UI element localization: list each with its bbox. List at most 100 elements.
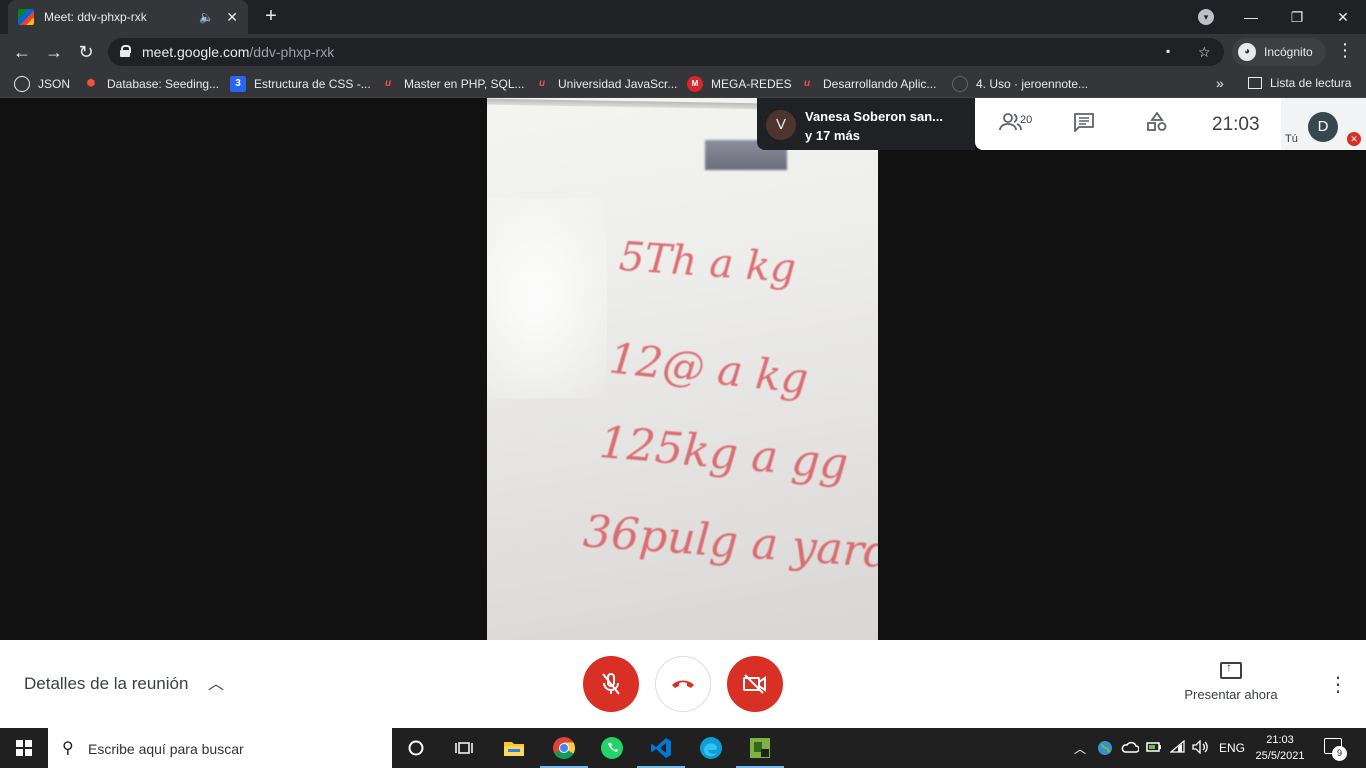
udemy-icon: u (538, 78, 546, 89)
mic-off-icon (602, 673, 620, 695)
whatsapp-icon[interactable] (588, 728, 636, 768)
notification-count-badge: 9 (1332, 746, 1347, 761)
browser-toolbar: ← → ↻ meet.google.com/ddv-phxp-rxk ▪ ☆ ◕… (0, 34, 1366, 70)
bookmark-star-icon[interactable]: ☆ (1198, 44, 1211, 61)
language-indicator[interactable]: ENG (1219, 741, 1245, 755)
json-icon (14, 76, 30, 92)
people-count: 20 (1020, 114, 1033, 126)
bookmark-item[interactable]: JSON (14, 76, 70, 92)
participant-more: y 17 más (805, 128, 860, 143)
whiteboard-text: 36pulg a yarda (581, 506, 878, 581)
whiteboard-text: 125kg a gg (597, 417, 851, 490)
task-view-icon[interactable] (440, 728, 488, 768)
taskbar-search-box[interactable]: ⚲ Escribe aquí para buscar (48, 728, 392, 768)
more-options-icon[interactable]: ⋮ (1328, 672, 1348, 697)
start-button[interactable] (0, 728, 48, 768)
activities-icon[interactable] (1146, 111, 1168, 138)
game-app-icon[interactable] (736, 728, 784, 768)
battery-icon[interactable] (1146, 740, 1162, 757)
camera-blocked-icon[interactable]: ▪ (1166, 44, 1170, 58)
tab-search-icon[interactable]: ▾ (1198, 9, 1214, 25)
tab-strip: Meet: ddv-phxp-rxk 🔈 ✕ + ▾ — ❐ ✕ (0, 0, 1366, 34)
whiteboard-text: 5Th a kg (617, 233, 798, 293)
participant-video[interactable]: 5Th a kg 12@ a kg 125kg a gg 36pulg a ya… (487, 98, 878, 640)
volume-icon[interactable] (1192, 739, 1210, 757)
incognito-label: Incógnito (1264, 45, 1313, 59)
present-screen-icon (1220, 660, 1242, 679)
close-window-button[interactable]: ✕ (1320, 0, 1366, 34)
search-icon: ⚲ (62, 740, 74, 757)
cortana-icon[interactable] (392, 728, 440, 768)
tab-title: Meet: ddv-phxp-rxk (44, 10, 147, 24)
reading-list-button[interactable]: Lista de lectura (1248, 76, 1351, 90)
present-now-button[interactable]: Presentar ahora (1178, 660, 1284, 702)
incognito-badge[interactable]: ◕ Incógnito (1232, 38, 1326, 66)
bookmark-item[interactable]: u Master en PHP, SQL... (380, 76, 525, 92)
show-hidden-icons-icon[interactable]: ︿ (1074, 740, 1086, 757)
browser-tab-meet[interactable]: Meet: ddv-phxp-rxk 🔈 ✕ (8, 0, 248, 34)
incognito-icon: ◕ (1238, 43, 1256, 61)
camera-off-icon (743, 674, 766, 694)
muted-mic-icon: ✕ (1347, 132, 1361, 146)
bookmarks-bar: JSON ⬢ Database: Seeding... 3 Estructura… (0, 70, 1366, 98)
self-label: Tú (1285, 133, 1298, 145)
udemy-icon: u (384, 78, 392, 89)
wifi-icon[interactable] (1169, 739, 1186, 757)
active-speaker-chip[interactable]: V Vanesa Soberon san... y 17 más (757, 98, 975, 150)
reading-list-icon (1248, 77, 1262, 89)
bookmark-item[interactable]: 4. Uso · jeroennote... (952, 76, 1088, 92)
meet-favicon-icon (18, 9, 34, 25)
bookmark-item[interactable]: u Desarrollando Aplic... (799, 76, 936, 92)
avatar: V (766, 110, 796, 140)
onedrive-icon[interactable] (1121, 740, 1140, 757)
light-glare (487, 198, 607, 398)
windows-logo-icon (16, 740, 32, 756)
laravel-icon: ⬢ (86, 78, 96, 89)
meet-top-bar: 20 21:03 Tú D ✕ (975, 98, 1366, 150)
edge-icon[interactable] (687, 728, 735, 768)
lock-icon[interactable] (120, 45, 131, 57)
chrome-taskbar-icon[interactable] (540, 728, 588, 768)
vscode-icon[interactable] (637, 728, 685, 768)
bookmark-item[interactable]: M MEGA-REDES (687, 76, 792, 92)
file-explorer-icon[interactable] (490, 728, 538, 768)
meeting-clock: 21:03 (1212, 114, 1260, 135)
mega-icon: M (687, 76, 703, 92)
chrome-menu-icon[interactable]: ⋮ (1336, 40, 1354, 61)
microphone-toggle-button[interactable] (583, 656, 639, 712)
minimize-button[interactable]: — (1228, 0, 1274, 34)
hang-up-icon (672, 680, 694, 688)
windows-taskbar: ⚲ Escribe aquí para buscar ︿ ENG 21:03 2… (0, 728, 1366, 768)
system-clock[interactable]: 21:03 25/5/2021 (1250, 732, 1310, 764)
css3-icon: 3 (230, 76, 246, 92)
url-text[interactable]: meet.google.com/ddv-phxp-rxk (142, 44, 334, 60)
self-avatar: D (1308, 112, 1338, 142)
reload-icon[interactable]: ↻ (74, 40, 98, 64)
search-placeholder: Escribe aquí para buscar (88, 741, 244, 757)
chat-icon[interactable] (1073, 112, 1095, 138)
bookmarks-overflow-button[interactable]: » (1216, 75, 1224, 91)
new-tab-button[interactable]: + (260, 5, 282, 27)
clock-time: 21:03 (1266, 734, 1294, 746)
restore-button[interactable]: ❐ (1274, 0, 1320, 34)
bookmark-item[interactable]: 3 Estructura de CSS -... (230, 76, 371, 92)
meet-control-bar: Detalles de la reunión ︿ Presentar ahora… (0, 640, 1366, 728)
whiteboard-text: 12@ a kg (606, 333, 811, 404)
tab-close-button[interactable]: ✕ (226, 9, 238, 26)
network-globe-icon[interactable] (1097, 740, 1113, 759)
leave-call-button[interactable] (655, 656, 711, 712)
back-arrow-icon[interactable]: ← (10, 40, 34, 64)
forward-arrow-icon[interactable]: → (42, 40, 66, 64)
present-now-label: Presentar ahora (1184, 687, 1278, 702)
udemy-icon: u (803, 78, 811, 89)
meet-stage: 5Th a kg 12@ a kg 125kg a gg 36pulg a ya… (0, 98, 1366, 640)
camera-toggle-button[interactable] (727, 656, 783, 712)
bookmark-item[interactable]: ⬢ Database: Seeding... (83, 76, 219, 92)
participant-name: Vanesa Soberon san... (805, 109, 943, 124)
chevron-up-icon[interactable]: ︿ (206, 670, 226, 693)
speaker-icon[interactable]: 🔈 (199, 10, 214, 24)
meeting-details-label[interactable]: Detalles de la reunión (24, 674, 188, 694)
bookmark-item[interactable]: u Universidad JavaScr... (534, 76, 677, 92)
address-bar[interactable]: meet.google.com/ddv-phxp-rxk ▪ ☆ (108, 38, 1224, 66)
github-icon (952, 76, 968, 92)
